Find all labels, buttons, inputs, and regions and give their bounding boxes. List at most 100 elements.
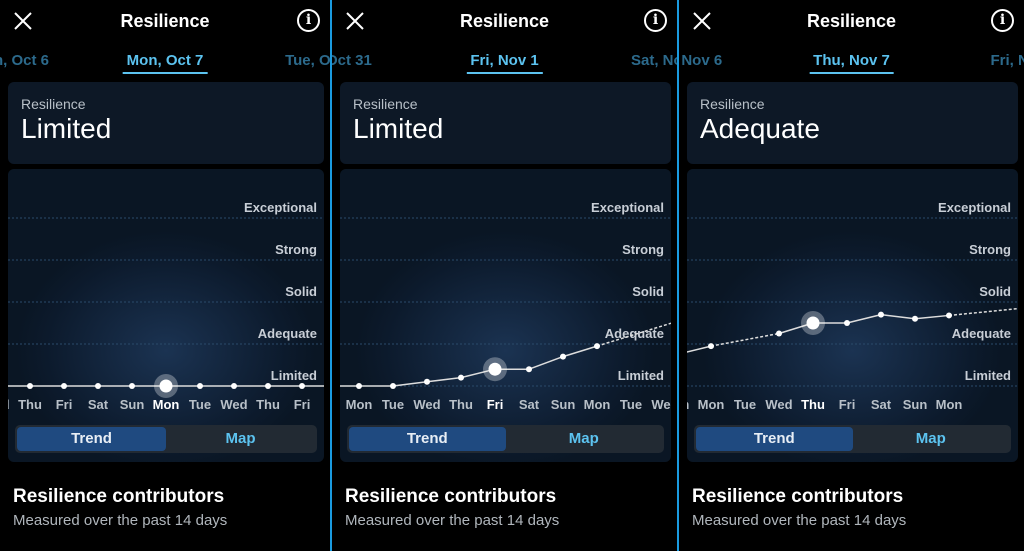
data-point[interactable] — [299, 383, 305, 389]
data-point[interactable] — [356, 383, 362, 389]
day-label: Tue — [189, 397, 211, 412]
level-label: Solid — [632, 284, 664, 299]
header: Resilience i — [0, 0, 330, 42]
tab-trend[interactable]: Trend — [17, 427, 166, 451]
selected-point[interactable] — [806, 316, 820, 330]
day-label: Mon — [584, 397, 611, 412]
data-point[interactable] — [390, 383, 396, 389]
data-point[interactable] — [197, 383, 203, 389]
day-label: Wed — [651, 397, 671, 412]
resilience-card: Resilience Adequate — [687, 82, 1018, 164]
level-label: Limited — [965, 368, 1011, 383]
level-label: Exceptional — [591, 200, 664, 215]
resilience-card: Resilience Limited — [340, 82, 671, 164]
data-point[interactable] — [61, 383, 67, 389]
data-point[interactable] — [526, 366, 532, 373]
data-point[interactable] — [129, 383, 135, 389]
trend-line — [914, 314, 950, 320]
resilience-screen: Resilience i n, Oct 6 Mon, Oct 7 Tue, Oc… — [0, 0, 330, 551]
date-prev[interactable]: n, Oct 6 — [0, 52, 49, 69]
resilience-screen: Resilience i Oct 31 Fri, Nov 1 Sat, Nov … — [332, 0, 677, 551]
resilience-screen: Resilience i , Nov 6 Thu, Nov 7 Fri, No … — [679, 0, 1024, 551]
tab-map[interactable]: Map — [166, 427, 315, 451]
trend-line — [846, 313, 882, 324]
trend-plot[interactable]: Limited Adequate Solid Strong Exceptional Sun… — [687, 169, 1018, 425]
date-next[interactable]: Tue, Oct — [285, 52, 330, 69]
date-selector: n, Oct 6 Mon, Oct 7 Tue, Oct — [0, 52, 330, 76]
date-next[interactable]: Fri, No — [991, 52, 1024, 69]
date-current[interactable]: Thu, Nov 7 — [809, 52, 894, 74]
card-label: Resilience — [353, 96, 418, 112]
day-label: Mon — [936, 397, 963, 412]
date-prev[interactable]: , Nov 6 — [679, 52, 722, 69]
trend-line — [562, 345, 598, 358]
page-title: Resilience — [120, 11, 210, 31]
trend-plot[interactable]: Limited Adequate Solid Strong Exceptional Wed… — [8, 169, 324, 425]
info-icon[interactable]: i — [991, 9, 1014, 32]
day-label: Fri — [294, 397, 311, 412]
data-point[interactable] — [946, 312, 952, 319]
day-label: Sat — [88, 397, 109, 412]
trend-chart: Limited Adequate Solid Strong Exceptional Wed… — [8, 169, 324, 462]
day-label: Sun — [687, 397, 689, 412]
day-label: Fri — [839, 397, 856, 412]
day-label: Sun — [903, 397, 928, 412]
date-current[interactable]: Fri, Nov 1 — [466, 52, 543, 74]
data-point[interactable] — [560, 353, 566, 360]
tab-map[interactable]: Map — [853, 427, 1010, 451]
day-label: Tue — [382, 397, 404, 412]
day-label: Wed — [220, 397, 247, 412]
data-point[interactable] — [776, 330, 782, 337]
contributors-title: Resilience contributors — [345, 486, 557, 507]
tab-map[interactable]: Map — [506, 427, 663, 451]
selected-point[interactable] — [159, 379, 173, 393]
data-point[interactable] — [594, 343, 600, 350]
trend-line — [687, 345, 712, 353]
date-prev[interactable]: Oct 31 — [332, 52, 372, 69]
day-label: Tue — [620, 397, 642, 412]
data-point[interactable] — [708, 343, 714, 350]
day-label: Sun — [120, 397, 145, 412]
level-label: Strong — [969, 242, 1011, 257]
day-label: Wed — [765, 397, 792, 412]
data-point[interactable] — [95, 383, 101, 389]
day-label: Mon — [698, 397, 725, 412]
trend-plot[interactable]: LimitedAdequateSolidStrongExceptionalMon… — [340, 169, 671, 425]
level-label: Solid — [285, 284, 317, 299]
day-label: Thu — [18, 397, 42, 412]
data-point[interactable] — [912, 315, 918, 322]
contributors-title: Resilience contributors — [692, 486, 904, 507]
trend-line — [392, 381, 428, 387]
data-point[interactable] — [878, 311, 884, 318]
contributors-title: Resilience contributors — [13, 486, 225, 507]
tab-trend[interactable]: Trend — [696, 427, 853, 451]
contributors-subtitle: Measured over the past 14 days — [692, 512, 907, 529]
tab-trend[interactable]: Trend — [349, 427, 506, 451]
level-label: Adequate — [258, 326, 317, 341]
resilience-level: Limited — [21, 113, 112, 144]
day-label: Sat — [871, 397, 892, 412]
data-point[interactable] — [458, 374, 464, 381]
selected-point[interactable] — [488, 362, 502, 376]
data-point[interactable] — [231, 383, 237, 389]
trend-chart: Limited Adequate Solid Strong Exceptional Sun… — [687, 169, 1018, 462]
level-label: Limited — [271, 368, 317, 383]
data-point[interactable] — [424, 378, 430, 385]
level-label: Limited — [618, 368, 664, 383]
contributors-subtitle: Measured over the past 14 days — [345, 512, 560, 529]
contributors-subtitle: Measured over the past 14 days — [13, 512, 228, 529]
data-point[interactable] — [27, 383, 33, 389]
date-current[interactable]: Mon, Oct 7 — [122, 52, 208, 74]
trend-chart: Limited Adequate Solid Strong Exceptional Mon… — [340, 169, 671, 462]
view-toggle: Trend Map — [347, 425, 664, 453]
level-label: Strong — [622, 242, 664, 257]
date-next[interactable]: Sat, Nov — [631, 52, 677, 69]
day-label: Sun — [551, 397, 576, 412]
data-point[interactable] — [844, 320, 850, 326]
info-icon[interactable]: i — [297, 9, 320, 32]
info-icon[interactable]: i — [644, 9, 667, 32]
card-label: Resilience — [700, 96, 765, 112]
data-point[interactable] — [265, 383, 271, 389]
view-toggle: Trend Map — [15, 425, 317, 453]
trend-line — [426, 376, 462, 383]
